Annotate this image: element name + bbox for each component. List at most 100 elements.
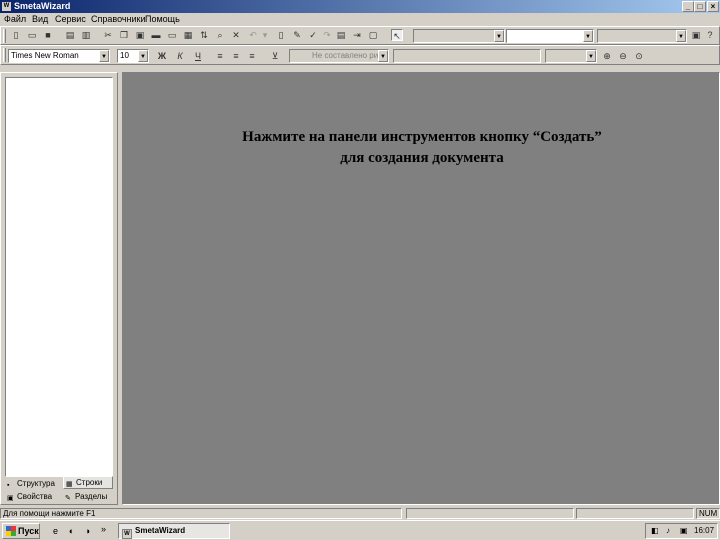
- menu-help[interactable]: Помощь: [145, 13, 180, 25]
- chevron-down-icon[interactable]: ▼: [138, 50, 148, 62]
- print-preview-icon[interactable]: ▥: [80, 29, 92, 41]
- taskbar: Пуск e ◐ ◑ » W SmetaWizard ◧ ♪ ▣ 16:07: [0, 520, 720, 540]
- start-button[interactable]: Пуск: [2, 523, 40, 539]
- menu-file[interactable]: Файл: [4, 13, 26, 25]
- status-pane-2: [406, 508, 574, 519]
- delete-row-icon[interactable]: ▭: [166, 29, 178, 41]
- zoom-out-icon[interactable]: ⊖: [617, 50, 629, 62]
- font-combo[interactable]: Times New Roman ▼: [8, 49, 110, 63]
- sections-icon: ✎: [65, 495, 71, 502]
- toolbar-grip[interactable]: [3, 48, 6, 62]
- task-smetawizard[interactable]: W SmetaWizard: [118, 523, 230, 539]
- font-value: Times New Roman: [11, 51, 79, 60]
- tab-structure[interactable]: ▪ Структура: [5, 478, 63, 491]
- status-num: NUM: [696, 508, 720, 519]
- export-icon[interactable]: ⇥: [351, 29, 363, 41]
- properties-icon: ▣: [7, 495, 14, 502]
- zoom-combo[interactable]: ▼: [545, 49, 597, 63]
- grid-icon[interactable]: ▤: [335, 29, 347, 41]
- quicklaunch-chevron[interactable]: »: [98, 524, 109, 535]
- chevron-down-icon[interactable]: ▼: [583, 30, 593, 42]
- chevron-down-icon[interactable]: ▼: [99, 50, 109, 62]
- structure-icon: ▪: [7, 482, 10, 489]
- tray-network-icon[interactable]: ▣: [680, 524, 688, 538]
- copy-icon[interactable]: ❐: [118, 29, 130, 41]
- chevron-down-icon[interactable]: ▼: [378, 50, 388, 62]
- toolbar-combo-3[interactable]: ▼: [597, 29, 687, 43]
- desktop-icon[interactable]: ◑: [82, 526, 93, 537]
- help-icon[interactable]: ?: [704, 29, 716, 41]
- save-icon[interactable]: ■: [42, 29, 54, 41]
- style-combo[interactable]: Не составлено рис ▼: [289, 49, 389, 63]
- chevron-down-icon[interactable]: ▼: [586, 50, 596, 62]
- chevron-down-icon[interactable]: ▼: [494, 30, 504, 42]
- pointer-icon[interactable]: ↖: [391, 29, 403, 41]
- tray-language-icon[interactable]: ◧: [651, 524, 659, 538]
- toolbar-combo-1[interactable]: ▼: [413, 29, 505, 43]
- size-value: 10: [120, 51, 129, 60]
- clock[interactable]: 16:07: [694, 524, 714, 538]
- status-help-text: Для помощи нажмите F1: [0, 508, 402, 519]
- toolbar-combo-2[interactable]: ▼: [506, 29, 594, 43]
- undo-dropdown-icon[interactable]: ▾: [259, 29, 271, 41]
- zoom-in-icon[interactable]: ⊕: [601, 50, 613, 62]
- cut-icon[interactable]: ✂: [102, 29, 114, 41]
- tab-sections[interactable]: ✎ Разделы: [63, 491, 113, 504]
- browser-icon[interactable]: e: [50, 526, 61, 537]
- chevron-down-icon[interactable]: ▼: [676, 30, 686, 42]
- menu-service[interactable]: Сервис: [55, 13, 86, 25]
- align-right-icon[interactable]: ≡: [246, 50, 258, 62]
- close-button[interactable]: ×: [707, 1, 719, 12]
- calc-icon[interactable]: ▯: [275, 29, 287, 41]
- tab-properties[interactable]: ▣ Свойства: [5, 491, 63, 504]
- edit-icon[interactable]: ✎: [291, 29, 303, 41]
- outlook-icon[interactable]: ◐: [66, 526, 77, 537]
- window-icon[interactable]: ▢: [367, 29, 379, 41]
- windows-logo-icon: [6, 526, 16, 536]
- align-left-icon[interactable]: ≡: [214, 50, 226, 62]
- open-icon[interactable]: ▭: [26, 29, 38, 41]
- sort-icon[interactable]: ⇅: [198, 29, 210, 41]
- table-icon[interactable]: ▦: [182, 29, 194, 41]
- tab-rows[interactable]: ▦ Строки: [63, 476, 113, 489]
- paste-icon[interactable]: ▣: [134, 29, 146, 41]
- tab-rows-label: Строки: [76, 478, 103, 487]
- empty-workspace-message: Нажмите на панели инструментов кнопку “С…: [123, 127, 720, 169]
- tray-volume-icon[interactable]: ♪: [666, 524, 670, 538]
- app-icon: W: [122, 529, 132, 539]
- bold-button[interactable]: Ж: [156, 50, 168, 62]
- size-combo[interactable]: 10 ▼: [117, 49, 149, 63]
- menu-references[interactable]: Справочники: [91, 13, 146, 25]
- insert-row-icon[interactable]: ▬: [150, 29, 162, 41]
- workspace[interactable]: Нажмите на панели инструментов кнопку “С…: [122, 72, 720, 505]
- rows-icon: ▦: [66, 481, 73, 488]
- underline-button[interactable]: Ч: [192, 50, 204, 62]
- title-bar[interactable]: W SmetaWizard _ □ ×: [0, 0, 720, 13]
- task-label: SmetaWizard: [135, 526, 186, 535]
- menu-view[interactable]: Вид: [32, 13, 48, 25]
- system-tray: ◧ ♪ ▣ 16:07: [645, 523, 718, 539]
- tab-structure-label: Структура: [17, 479, 55, 488]
- filter-icon[interactable]: ⊻: [269, 50, 281, 62]
- italic-button[interactable]: К: [174, 50, 186, 62]
- new-icon[interactable]: ▯: [10, 29, 22, 41]
- window-title: SmetaWizard: [14, 1, 71, 11]
- minimize-button[interactable]: _: [682, 1, 694, 12]
- zoom-fit-icon[interactable]: ⊙: [633, 50, 645, 62]
- find-icon[interactable]: ⌕: [214, 29, 226, 41]
- undo-icon[interactable]: ↶: [247, 29, 259, 41]
- maximize-button[interactable]: □: [694, 1, 706, 12]
- toolbar-grip[interactable]: [3, 29, 6, 43]
- calculator-icon[interactable]: ▣: [690, 29, 702, 41]
- toolbar-combo-4[interactable]: [393, 49, 541, 63]
- structure-tree[interactable]: [5, 77, 113, 477]
- print-icon[interactable]: ▤: [64, 29, 76, 41]
- message-line-1: Нажмите на панели инструментов кнопку “С…: [242, 129, 602, 145]
- align-center-icon[interactable]: ≡: [230, 50, 242, 62]
- check-icon[interactable]: ✓: [307, 29, 319, 41]
- redo-icon[interactable]: ↷: [321, 29, 333, 41]
- tools-icon[interactable]: ✕: [230, 29, 242, 41]
- menu-bar: Файл Вид Сервис Справочники Помощь: [0, 13, 720, 25]
- tab-sections-label: Разделы: [75, 492, 108, 501]
- app-icon[interactable]: W: [2, 2, 11, 11]
